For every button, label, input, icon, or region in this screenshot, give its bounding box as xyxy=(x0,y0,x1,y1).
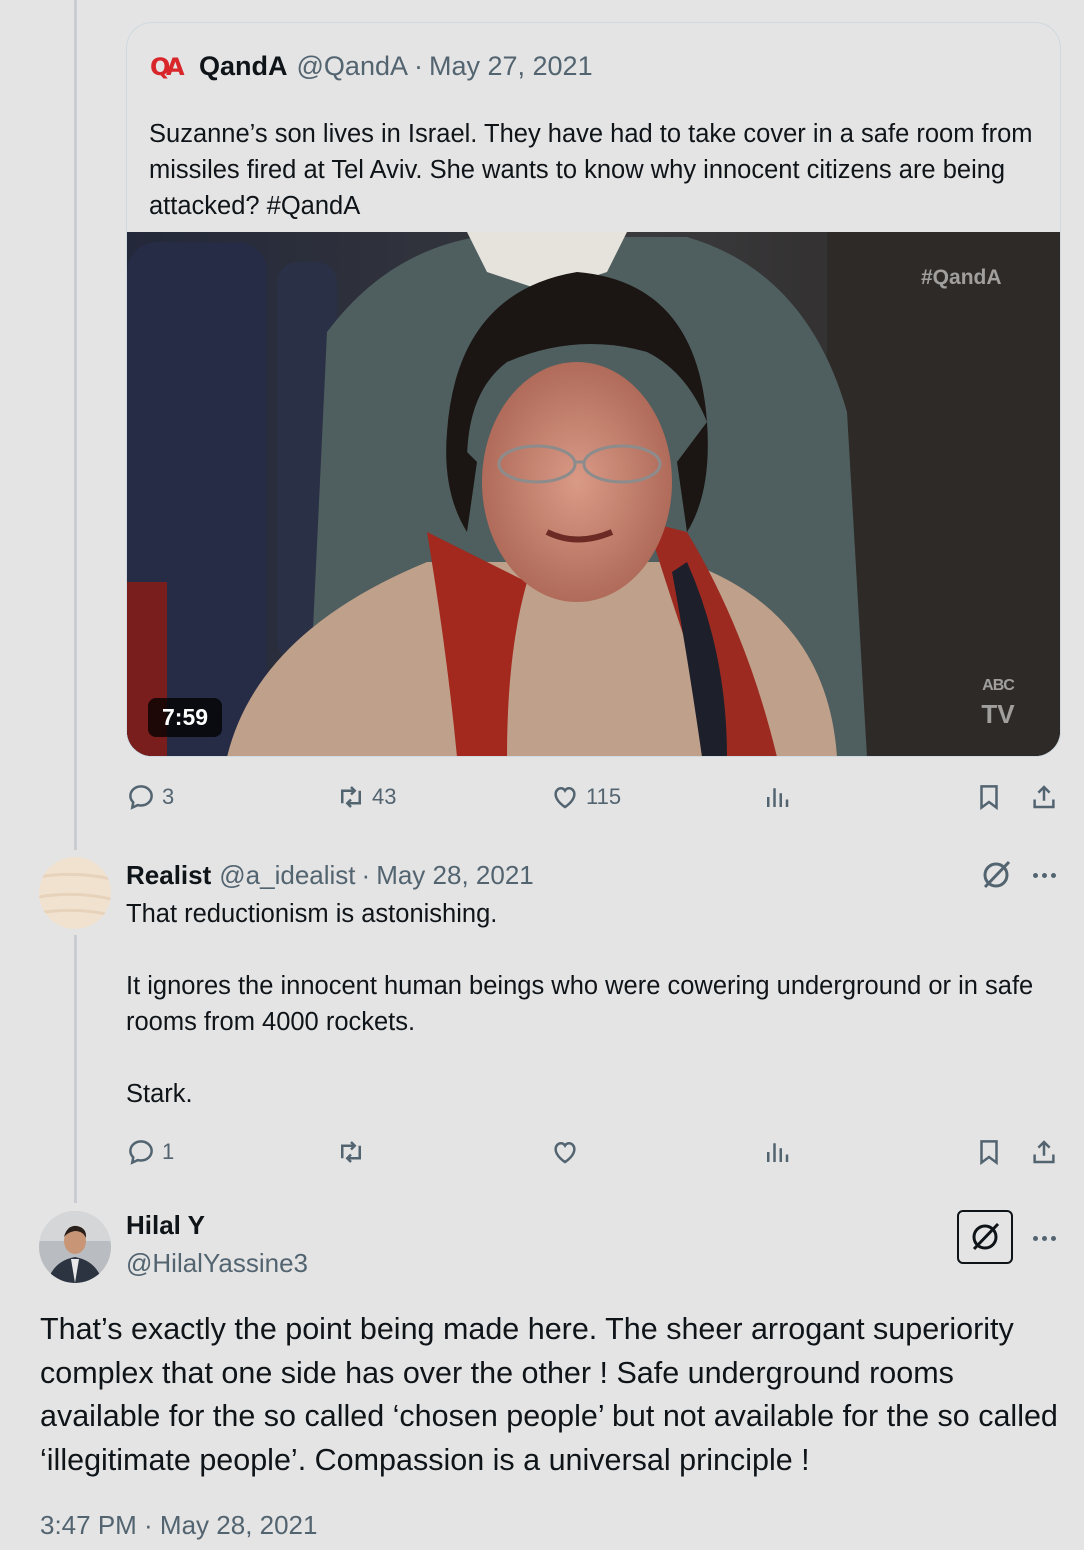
like-count: 115 xyxy=(586,784,622,809)
main-tweet-text: That’s exactly the point being made here… xyxy=(40,1312,1058,1477)
abc-logo-top: ABC xyxy=(982,677,1015,694)
video-thumbnail xyxy=(127,232,1060,756)
reply-count: 1 xyxy=(162,1139,175,1164)
hilal-avatar[interactable] xyxy=(39,1211,111,1283)
share-icon xyxy=(1033,785,1055,809)
bookmark-button[interactable] xyxy=(974,777,1004,817)
reply-author-handle[interactable]: @a_idealist xyxy=(219,860,355,891)
reply-button[interactable]: 1 xyxy=(126,1132,174,1172)
video-player[interactable]: 7:59 #QandA ABC TV xyxy=(127,232,1060,756)
bookmark-icon xyxy=(980,785,998,811)
retweet-icon xyxy=(341,1141,361,1163)
quoted-tweet-text: Suzanne’s son lives in Israel. They have… xyxy=(149,120,1033,220)
views-icon xyxy=(767,1143,789,1162)
quoted-author-handle[interactable]: @QandA xyxy=(297,51,408,82)
hashtag-watermark: #QandA xyxy=(921,266,1002,289)
main-tweet-timestamp[interactable]: 3:47 PM · May 28, 2021 xyxy=(40,1510,317,1541)
share-icon xyxy=(1033,1140,1055,1164)
reply-tweet-actions: 1 xyxy=(126,1132,1060,1172)
qanda-logo-icon[interactable]: Q A xyxy=(149,50,189,82)
thread-line-bottom xyxy=(74,935,77,1203)
bookmark-button[interactable] xyxy=(974,1132,1004,1172)
like-button[interactable] xyxy=(550,1132,580,1172)
retweet-icon xyxy=(341,786,361,808)
reply-button[interactable]: 3 xyxy=(126,777,174,817)
quoted-tweet-card[interactable]: Q A QandA @QandA · May 27, 2021 Suzanne’… xyxy=(126,22,1061,757)
like-button[interactable]: 115 xyxy=(550,777,621,817)
retweet-button[interactable] xyxy=(336,1132,366,1172)
retweet-count: 43 xyxy=(372,784,397,809)
main-author-handle[interactable]: @HilalYassine3 xyxy=(126,1248,308,1279)
grok-icon[interactable] xyxy=(979,858,1013,892)
views-button[interactable] xyxy=(762,1132,792,1172)
main-author-name[interactable]: Hilal Y xyxy=(126,1210,205,1241)
reply-paragraph-2: It ignores the innocent human beings who… xyxy=(126,972,1034,1036)
quoted-author-name[interactable]: QandA xyxy=(199,51,288,82)
separator-dot: · xyxy=(413,50,423,81)
grok-icon xyxy=(972,1222,1000,1251)
reply-icon xyxy=(129,785,153,810)
abc-logo-bottom: TV xyxy=(981,699,1015,729)
reply-author-name[interactable]: Realist xyxy=(126,860,211,891)
grok-button[interactable] xyxy=(957,1210,1013,1264)
quoted-tweet-header: Q A QandA @QandA · May 27, 2021 xyxy=(149,49,593,83)
reply-tweet-text: That reductionism is astonishing. It ign… xyxy=(126,896,1061,1112)
like-icon xyxy=(554,1141,576,1164)
realist-avatar[interactable] xyxy=(39,857,111,929)
reply-tweet-header: Realist @a_idealist · May 28, 2021 xyxy=(126,857,534,893)
retweet-button[interactable]: 43 xyxy=(336,777,396,817)
abc-logo: ABC TV xyxy=(975,672,1021,728)
bookmark-icon xyxy=(980,1140,998,1166)
share-button[interactable] xyxy=(1029,777,1059,817)
svg-text:A: A xyxy=(166,53,185,81)
more-icon[interactable] xyxy=(1029,1223,1059,1253)
like-icon xyxy=(554,786,576,809)
views-icon xyxy=(767,788,789,807)
reply-paragraph-3: Stark. xyxy=(126,1080,193,1108)
separator-dot: · xyxy=(361,859,371,890)
quoted-tweet-actions: 3 43 115 xyxy=(126,777,1060,817)
reply-paragraph-1: That reductionism is astonishing. xyxy=(126,900,498,928)
quoted-tweet-date[interactable]: May 27, 2021 xyxy=(429,51,593,82)
more-icon[interactable] xyxy=(1029,860,1059,890)
reply-icon xyxy=(129,1140,153,1165)
thread-line-top xyxy=(74,0,77,850)
video-duration: 7:59 xyxy=(148,698,223,737)
views-button[interactable] xyxy=(762,777,792,817)
reply-count: 3 xyxy=(162,784,175,809)
reply-tweet-date[interactable]: May 28, 2021 xyxy=(376,860,534,891)
share-button[interactable] xyxy=(1029,1132,1059,1172)
